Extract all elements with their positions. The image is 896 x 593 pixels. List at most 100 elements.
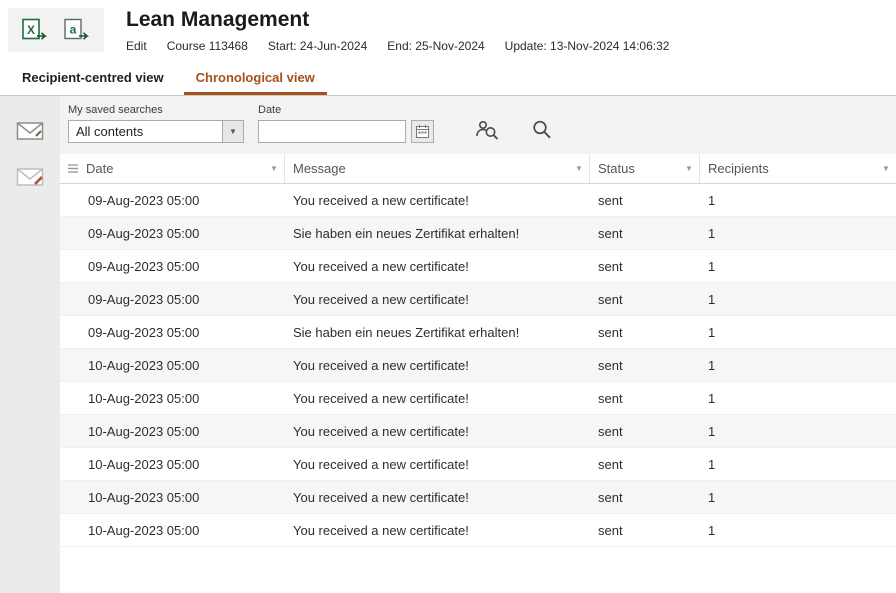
- table-row[interactable]: 10-Aug-2023 05:00 You received a new cer…: [60, 382, 896, 415]
- filter-bar: My saved searches All contents ▼ Date: [60, 96, 896, 154]
- cell-recipients: 1: [700, 523, 896, 538]
- cell-status: sent: [590, 457, 700, 472]
- search-buttons: [474, 118, 554, 143]
- column-label-date: Date: [86, 161, 264, 176]
- table-row[interactable]: 10-Aug-2023 05:00 You received a new cer…: [60, 349, 896, 382]
- page-title: Lean Management: [126, 8, 669, 32]
- tab-bar: Recipient-centred view Chronological vie…: [0, 62, 896, 96]
- date-input[interactable]: [258, 120, 406, 143]
- column-filter-date-button[interactable]: ▼: [264, 164, 284, 173]
- column-filter-message-button[interactable]: ▼: [569, 164, 589, 173]
- table-body: 09-Aug-2023 05:00 You received a new cer…: [60, 184, 896, 547]
- content-area: My saved searches All contents ▼ Date: [60, 96, 896, 593]
- cell-message: You received a new certificate!: [285, 523, 590, 538]
- course-number: Course 113468: [167, 39, 248, 53]
- title-block: Lean Management Edit Course 113468 Start…: [126, 8, 669, 53]
- table-row[interactable]: 09-Aug-2023 05:00 You received a new cer…: [60, 184, 896, 217]
- saved-searches-label: My saved searches: [68, 104, 244, 116]
- svg-text:X: X: [27, 23, 35, 37]
- search-icon: [530, 118, 554, 142]
- table-row[interactable]: 09-Aug-2023 05:00 Sie haben ein neues Ze…: [60, 217, 896, 250]
- report-export-icon: a: [64, 18, 90, 42]
- table-row[interactable]: 10-Aug-2023 05:00 You received a new cer…: [60, 448, 896, 481]
- column-header-message: Message ▼: [285, 154, 590, 183]
- cell-message: Sie haben ein neues Zertifikat erhalten!: [285, 226, 590, 241]
- sidebar-mail-edit-button[interactable]: [16, 166, 44, 188]
- cell-date: 10-Aug-2023 05:00: [60, 457, 285, 472]
- cell-date: 10-Aug-2023 05:00: [60, 424, 285, 439]
- date-filter-group: Date: [258, 104, 434, 143]
- calendar-button[interactable]: [411, 120, 434, 143]
- column-header-status: Status ▼: [590, 154, 700, 183]
- excel-export-icon: X: [22, 18, 48, 42]
- cell-message: You received a new certificate!: [285, 259, 590, 274]
- cell-status: sent: [590, 358, 700, 373]
- course-end-date: End: 25-Nov-2024: [387, 39, 484, 53]
- table-row[interactable]: 09-Aug-2023 05:00 Sie haben ein neues Ze…: [60, 316, 896, 349]
- svg-text:a: a: [70, 23, 77, 37]
- saved-searches-select[interactable]: All contents ▼: [68, 120, 244, 143]
- cell-message: You received a new certificate!: [285, 457, 590, 472]
- cell-message: Sie haben ein neues Zertifikat erhalten!: [285, 325, 590, 340]
- column-filter-status-button[interactable]: ▼: [679, 164, 699, 173]
- table-row[interactable]: 10-Aug-2023 05:00 You received a new cer…: [60, 481, 896, 514]
- export-report-button[interactable]: a: [64, 18, 90, 42]
- cell-status: sent: [590, 226, 700, 241]
- column-header-date: Date ▼: [60, 154, 285, 183]
- cell-date: 09-Aug-2023 05:00: [60, 292, 285, 307]
- envelope-edit-icon: [16, 166, 44, 188]
- course-meta-row: Edit Course 113468 Start: 24-Jun-2024 En…: [126, 39, 669, 53]
- grip-icon[interactable]: [68, 164, 78, 173]
- export-excel-button[interactable]: X: [22, 18, 48, 42]
- cell-message: You received a new certificate!: [285, 358, 590, 373]
- cell-message: You received a new certificate!: [285, 193, 590, 208]
- calendar-icon: [416, 125, 429, 138]
- table-row[interactable]: 09-Aug-2023 05:00 You received a new cer…: [60, 283, 896, 316]
- export-toolbar: X a: [8, 8, 104, 52]
- date-filter-controls: [258, 120, 434, 143]
- table-row[interactable]: 10-Aug-2023 05:00 You received a new cer…: [60, 415, 896, 448]
- cell-recipients: 1: [700, 259, 896, 274]
- tab-chronological-view[interactable]: Chronological view: [184, 62, 327, 95]
- cell-recipients: 1: [700, 457, 896, 472]
- cell-status: sent: [590, 193, 700, 208]
- cell-recipients: 1: [700, 325, 896, 340]
- course-start-date: Start: 24-Jun-2024: [268, 39, 367, 53]
- cell-recipients: 1: [700, 391, 896, 406]
- cell-date: 10-Aug-2023 05:00: [60, 391, 285, 406]
- sidebar-mail-button[interactable]: [16, 120, 44, 142]
- search-button[interactable]: [530, 118, 554, 142]
- person-search-icon: [474, 118, 500, 142]
- column-label-recipients: Recipients: [708, 161, 876, 176]
- cell-date: 10-Aug-2023 05:00: [60, 523, 285, 538]
- date-filter-label: Date: [258, 104, 434, 116]
- cell-status: sent: [590, 292, 700, 307]
- app-header: X a Lean Management Edit Course 113468 S…: [0, 0, 896, 62]
- cell-status: sent: [590, 523, 700, 538]
- cell-status: sent: [590, 490, 700, 505]
- edit-link[interactable]: Edit: [126, 39, 147, 53]
- cell-message: You received a new certificate!: [285, 424, 590, 439]
- column-label-status: Status: [598, 161, 679, 176]
- cell-message: You received a new certificate!: [285, 490, 590, 505]
- cell-date: 09-Aug-2023 05:00: [60, 193, 285, 208]
- main-area: My saved searches All contents ▼ Date: [0, 96, 896, 593]
- column-filter-recipients-button[interactable]: ▼: [876, 164, 896, 173]
- saved-searches-group: My saved searches All contents ▼: [68, 104, 244, 143]
- cell-date: 10-Aug-2023 05:00: [60, 490, 285, 505]
- column-label-message: Message: [293, 161, 569, 176]
- tab-recipient-centred-view[interactable]: Recipient-centred view: [10, 62, 176, 95]
- table-row[interactable]: 09-Aug-2023 05:00 You received a new cer…: [60, 250, 896, 283]
- table-header: Date ▼ Message ▼ Status ▼ Recipients ▼: [60, 154, 896, 184]
- column-header-recipients: Recipients ▼: [700, 154, 896, 183]
- cell-recipients: 1: [700, 490, 896, 505]
- cell-message: You received a new certificate!: [285, 292, 590, 307]
- search-recipients-button[interactable]: [474, 118, 500, 142]
- table-row[interactable]: 10-Aug-2023 05:00 You received a new cer…: [60, 514, 896, 547]
- cell-date: 10-Aug-2023 05:00: [60, 358, 285, 373]
- cell-status: sent: [590, 391, 700, 406]
- chevron-down-icon: ▼: [222, 121, 243, 142]
- cell-status: sent: [590, 259, 700, 274]
- cell-status: sent: [590, 424, 700, 439]
- sidebar: [0, 96, 60, 593]
